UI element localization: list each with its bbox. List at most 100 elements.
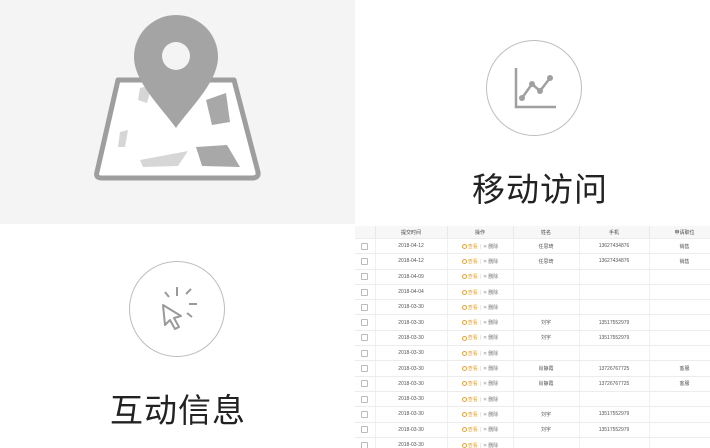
actions-cell: 查看 | ✕删除 [447,345,514,362]
phone-cell [579,345,650,362]
table-row: 2018-03-30 查看 | ✕删除 刘宇 13517552979 [355,330,710,347]
map-pin-icon [94,15,261,181]
position-cell [649,437,710,448]
view-button[interactable]: 查看 [461,304,478,311]
row-select-cell [355,406,376,423]
position-cell: 客服 [649,376,710,392]
view-button[interactable]: 查看 [461,381,478,388]
view-button[interactable]: 查看 [461,259,478,265]
interactive-info-label: 互动信息 [110,391,246,430]
close-icon: ✕ [483,258,488,265]
mobile-access-tile[interactable]: 移动访问 [355,0,710,224]
magnifier-icon [461,259,467,265]
name-cell [513,299,580,316]
row-select-cell [355,437,376,448]
close-icon: ✕ [483,320,488,327]
row-select-cell [355,345,376,362]
header-name[interactable]: 姓名 [513,226,580,239]
row-checkbox[interactable] [361,319,369,327]
view-label: 查看 [467,411,478,418]
phone-cell [579,299,650,316]
delete-label: 删除 [488,442,499,448]
table-row: 2018-03-30 查看 | ✕删除 刘宇 13517552979 [355,422,710,438]
phone-cell [579,391,650,408]
close-icon: ✕ [483,427,488,434]
close-icon: ✕ [483,304,488,311]
phone-cell [579,284,650,301]
name-cell: 任思琦 [513,253,580,270]
view-button[interactable]: 查看 [461,351,478,357]
delete-label: 删除 [488,411,499,418]
delete-button[interactable]: ✕删除 [483,274,498,280]
delete-button[interactable]: ✕删除 [483,290,498,296]
row-checkbox[interactable] [361,288,369,296]
delete-button[interactable]: ✕删除 [483,381,498,387]
delete-button[interactable]: ✕删除 [483,351,498,357]
table-row: 2018-04-12 查看 | ✕删除 任思琦 13627434876 销售 [355,253,710,270]
view-button[interactable]: 查看 [461,335,478,341]
delete-button[interactable]: ✕删除 [483,427,498,433]
submit-time-cell: 2018-04-12 [375,238,448,255]
phone-cell: 13517552979 [579,406,650,423]
row-checkbox[interactable] [361,273,369,281]
view-label: 查看 [467,381,478,388]
close-icon: ✕ [483,381,488,388]
view-label: 查看 [467,304,478,311]
view-button[interactable]: 查看 [461,289,478,296]
row-checkbox[interactable] [361,395,369,403]
actions-cell: 查看 | ✕删除 [447,391,514,408]
delete-button[interactable]: ✕删除 [483,443,498,448]
delete-button[interactable]: ✕删除 [483,305,498,311]
delete-button[interactable]: ✕删除 [483,320,498,326]
delete-button[interactable]: ✕删除 [483,335,498,341]
magnifier-icon [461,305,467,310]
delete-button[interactable]: ✕删除 [483,366,498,372]
row-checkbox[interactable] [361,303,369,311]
table-row: 2018-03-30 查看 | ✕删除 刘宇 13517552979 [355,314,710,331]
action-separator: | [479,320,482,327]
row-checkbox[interactable] [361,365,369,373]
row-checkbox[interactable] [361,349,369,357]
row-checkbox[interactable] [361,426,369,434]
action-separator: | [479,381,482,388]
row-checkbox[interactable] [361,242,369,250]
view-button[interactable]: 查看 [461,427,478,433]
view-button[interactable]: 查看 [461,397,478,403]
row-checkbox[interactable] [361,410,369,418]
view-label: 查看 [467,274,478,281]
row-select-cell [355,269,376,285]
view-button[interactable]: 查看 [461,244,478,250]
delete-button[interactable]: ✕删除 [483,244,498,250]
row-select-cell [355,238,376,255]
view-label: 查看 [467,366,478,373]
header-phone[interactable]: 手机 [579,226,650,239]
row-checkbox[interactable] [361,257,369,265]
header-submit-time[interactable]: 提交时间 [375,226,448,239]
view-button[interactable]: 查看 [461,366,478,373]
action-separator: | [479,350,482,357]
view-button[interactable]: 查看 [461,442,478,448]
magnifier-icon [461,289,467,295]
phone-cell: 13517552979 [579,330,650,347]
row-checkbox[interactable] [361,334,369,342]
name-cell: 刘宇 [513,330,580,347]
row-checkbox[interactable] [361,441,369,448]
action-separator: | [479,289,482,296]
view-button[interactable]: 查看 [461,411,478,418]
interactive-info-tile[interactable]: 互动信息 [0,224,355,448]
action-separator: | [479,274,482,281]
delete-button[interactable]: ✕删除 [483,259,498,265]
view-button[interactable]: 查看 [461,274,478,281]
submit-time-cell: 2018-03-30 [375,345,448,362]
header-position[interactable]: 申请职位 [649,226,710,239]
row-select-cell [355,299,376,316]
row-select-cell [355,253,376,270]
name-cell [513,437,580,448]
view-button[interactable]: 查看 [461,320,478,326]
row-checkbox[interactable] [361,380,369,388]
magnifier-icon [461,442,467,448]
name-cell [513,391,580,408]
delete-button[interactable]: ✕删除 [483,397,498,403]
delete-button[interactable]: ✕删除 [483,412,498,418]
phone-cell: 13726767725 [579,360,650,377]
